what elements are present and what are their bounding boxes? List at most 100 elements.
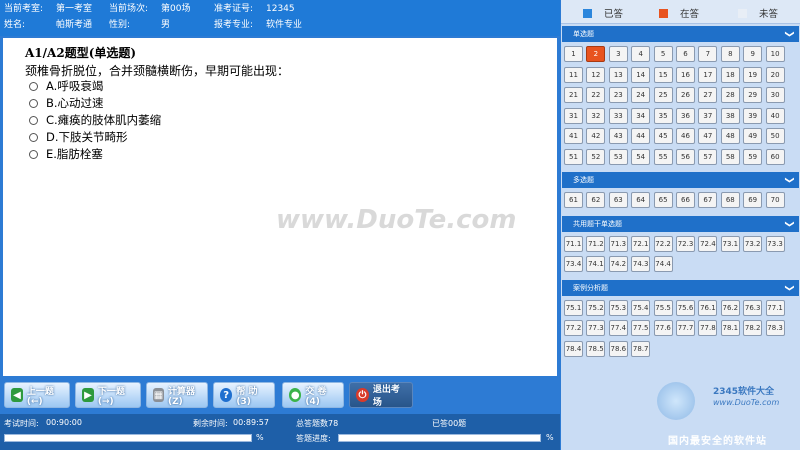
question-number-button[interactable]: 76.3: [743, 299, 763, 316]
question-number-button[interactable]: 8: [720, 46, 740, 62]
question-number-button[interactable]: 14: [631, 66, 651, 83]
question-number-button[interactable]: 50: [765, 128, 785, 144]
question-number-button[interactable]: 45: [653, 128, 673, 144]
question-number-button[interactable]: 61: [564, 192, 583, 208]
question-number-button[interactable]: 21: [564, 87, 583, 103]
question-number-button[interactable]: 10: [765, 46, 785, 62]
question-number-button[interactable]: 46: [676, 128, 695, 144]
question-number-button[interactable]: 11: [564, 66, 583, 83]
question-number-button[interactable]: 74.4: [653, 256, 673, 272]
question-number-button[interactable]: 75.2: [586, 299, 606, 316]
section-header[interactable]: 多选题 ❯: [562, 172, 799, 188]
question-number-button[interactable]: 59: [743, 148, 763, 165]
question-number-button[interactable]: 3: [608, 46, 628, 62]
question-number-button[interactable]: 30: [765, 87, 785, 103]
question-number-button[interactable]: 64: [631, 192, 651, 208]
calculator-button[interactable]: ▦ 计算器(Z): [146, 382, 208, 408]
question-number-button[interactable]: 71.2: [586, 235, 606, 252]
submit-button[interactable]: ● 交 卷(4): [282, 382, 344, 408]
question-number-button[interactable]: 77.4: [608, 320, 628, 336]
question-number-button[interactable]: 77.5: [631, 320, 651, 336]
question-number-button[interactable]: 60: [765, 148, 785, 165]
question-number-button[interactable]: 25: [653, 87, 673, 103]
question-number-button[interactable]: 51: [564, 148, 583, 165]
question-number-button[interactable]: 6: [676, 46, 695, 62]
question-number-button[interactable]: 75.5: [653, 299, 673, 316]
question-number-button[interactable]: 22: [586, 87, 606, 103]
question-number-button[interactable]: 75.6: [676, 299, 695, 316]
question-number-button[interactable]: 26: [676, 87, 695, 103]
question-number-button[interactable]: 40: [765, 107, 785, 124]
question-number-button[interactable]: 78.7: [631, 340, 651, 357]
question-number-button[interactable]: 78.3: [765, 320, 785, 336]
question-number-button[interactable]: 76.2: [720, 299, 740, 316]
question-number-button[interactable]: 77.6: [653, 320, 673, 336]
question-number-button[interactable]: 20: [765, 66, 785, 83]
question-number-button[interactable]: 15: [653, 66, 673, 83]
question-number-button[interactable]: 43: [608, 128, 628, 144]
section-header[interactable]: 案例分析题 ❯: [562, 279, 799, 296]
chevron-down-icon[interactable]: ❯: [781, 284, 797, 292]
question-number-button[interactable]: 7: [698, 46, 718, 62]
question-number-button[interactable]: 78.2: [743, 320, 763, 336]
question-number-button[interactable]: 74.1: [586, 256, 606, 272]
question-number-button[interactable]: 37: [698, 107, 718, 124]
question-number-button[interactable]: 62: [586, 192, 606, 208]
question-number-button[interactable]: 73.4: [564, 256, 583, 272]
question-number-button[interactable]: 4: [631, 46, 651, 62]
question-number-button[interactable]: 77.3: [586, 320, 606, 336]
option-c[interactable]: C.瘫痪的肢体肌内萎缩: [29, 112, 161, 128]
question-number-button[interactable]: 33: [608, 107, 628, 124]
question-number-button[interactable]: 12: [586, 66, 606, 83]
question-number-button[interactable]: 2: [586, 46, 606, 62]
question-number-button[interactable]: 71.3: [608, 235, 628, 252]
option-a[interactable]: A.呼吸衰竭: [29, 78, 103, 94]
question-number-button[interactable]: 57: [698, 148, 718, 165]
question-number-button[interactable]: 55: [653, 148, 673, 165]
question-number-button[interactable]: 77.1: [765, 299, 785, 316]
radio-icon[interactable]: [29, 132, 38, 142]
question-number-button[interactable]: 72.2: [653, 235, 673, 252]
question-number-button[interactable]: 16: [676, 66, 695, 83]
question-number-button[interactable]: 1: [564, 46, 583, 62]
question-number-button[interactable]: 36: [676, 107, 695, 124]
question-number-button[interactable]: 44: [631, 128, 651, 144]
question-number-button[interactable]: 34: [631, 107, 651, 124]
question-number-button[interactable]: 75.1: [564, 299, 583, 316]
question-number-button[interactable]: 58: [720, 148, 740, 165]
question-number-button[interactable]: 77.8: [698, 320, 718, 336]
question-number-button[interactable]: 13: [608, 66, 628, 83]
question-number-button[interactable]: 31: [564, 107, 583, 124]
question-number-button[interactable]: 38: [720, 107, 740, 124]
chevron-down-icon[interactable]: ❯: [781, 30, 797, 38]
radio-icon[interactable]: [29, 115, 38, 125]
question-number-button[interactable]: 48: [720, 128, 740, 144]
exit-button[interactable]: ⏻ 退出考场: [349, 382, 413, 408]
question-number-button[interactable]: 39: [743, 107, 763, 124]
question-number-button[interactable]: 78.5: [586, 340, 606, 357]
option-b[interactable]: B.心动过速: [29, 95, 104, 111]
question-number-button[interactable]: 24: [631, 87, 651, 103]
option-d[interactable]: D.下肢关节畸形: [29, 129, 128, 145]
question-number-button[interactable]: 56: [676, 148, 695, 165]
radio-icon[interactable]: [29, 81, 38, 91]
radio-icon[interactable]: [29, 98, 38, 108]
question-number-button[interactable]: 49: [743, 128, 763, 144]
question-number-button[interactable]: 77.7: [676, 320, 695, 336]
question-number-button[interactable]: 71.1: [564, 235, 583, 252]
question-number-button[interactable]: 73.2: [743, 235, 763, 252]
next-button[interactable]: ▶ 下一题(→): [75, 382, 141, 408]
question-number-button[interactable]: 67: [698, 192, 718, 208]
question-number-button[interactable]: 69: [743, 192, 763, 208]
section-header[interactable]: 共用题干单选题 ❯: [562, 215, 799, 232]
question-number-button[interactable]: 9: [743, 46, 763, 62]
question-number-button[interactable]: 54: [631, 148, 651, 165]
question-number-button[interactable]: 47: [698, 128, 718, 144]
question-number-button[interactable]: 78.1: [720, 320, 740, 336]
question-number-button[interactable]: 28: [720, 87, 740, 103]
question-number-button[interactable]: 74.3: [631, 256, 651, 272]
question-number-button[interactable]: 63: [608, 192, 628, 208]
question-number-button[interactable]: 72.3: [676, 235, 695, 252]
question-number-button[interactable]: 65: [653, 192, 673, 208]
question-number-button[interactable]: 66: [676, 192, 695, 208]
